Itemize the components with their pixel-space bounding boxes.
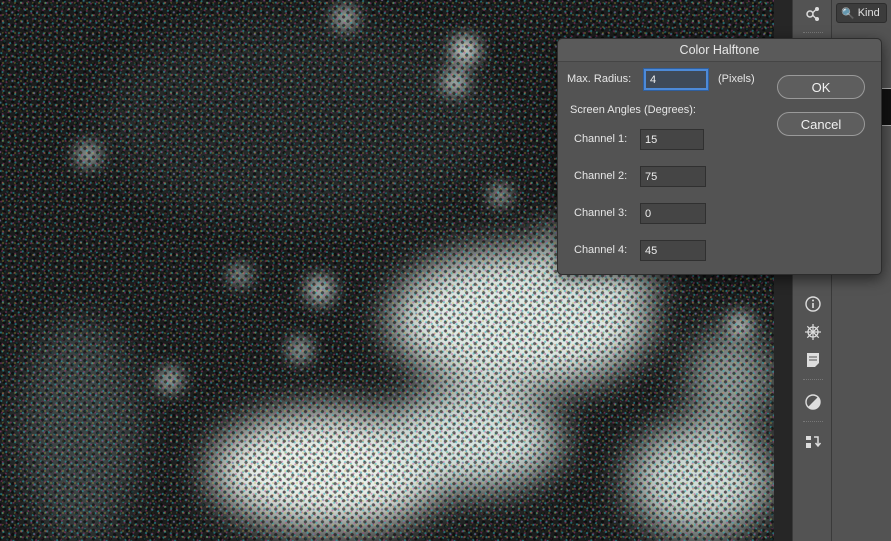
info-icon [805,296,821,312]
tool-separator [803,379,823,380]
adjustments-panel-button[interactable] [801,390,825,414]
ok-button[interactable]: OK [777,75,865,99]
channel-2-label: Channel 2: [574,170,628,182]
search-icon: 🔍 [841,7,855,20]
screen-angles-label: Screen Angles (Degrees): [570,104,696,116]
layer-kind-filter[interactable]: 🔍 Kind [836,3,887,23]
properties-icon [806,7,819,21]
layer-thumbnail[interactable] [881,88,891,126]
max-radius-label: Max. Radius: [567,73,632,85]
cancel-button[interactable]: Cancel [777,112,865,136]
color-halftone-dialog: Color Halftone Max. Radius: (Pixels) Scr… [557,38,882,275]
channel-1-label: Channel 1: [574,133,628,145]
channel-4-input[interactable] [640,240,706,261]
channel-3-label: Channel 3: [574,207,628,219]
max-radius-input[interactable] [644,69,708,90]
notes-panel-button[interactable] [801,348,825,372]
tool-separator [803,421,823,422]
channels-panel-button[interactable] [801,430,825,454]
notes-icon [807,353,819,367]
adjustments-icon [805,394,821,410]
channel-1-input[interactable] [640,129,704,150]
max-radius-unit: (Pixels) [718,73,755,85]
channel-4-label: Channel 4: [574,244,628,256]
navigator-panel-button[interactable] [801,320,825,344]
dialog-title: Color Halftone [558,39,881,62]
channel-3-input[interactable] [640,203,706,224]
channels-icon [806,436,822,448]
channel-2-input[interactable] [640,166,706,187]
tool-separator [803,32,823,33]
info-panel-button[interactable] [801,292,825,316]
properties-panel-button[interactable] [801,2,825,26]
navigator-icon [805,324,821,340]
kind-filter-label: Kind [857,7,880,19]
